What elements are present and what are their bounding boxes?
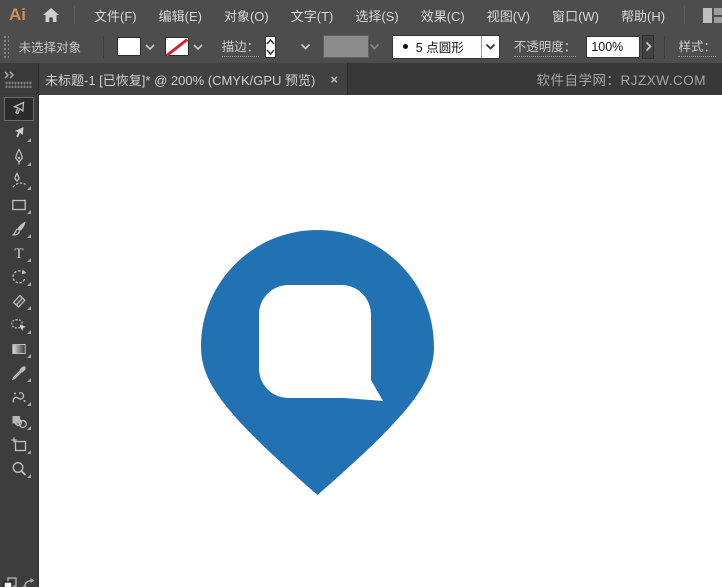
selection-tool[interactable] — [4, 97, 34, 121]
menubar-divider — [74, 6, 75, 24]
stepper-down-icon — [266, 49, 275, 55]
curvature-tool[interactable] — [4, 169, 34, 193]
shaper-tool-icon — [10, 316, 28, 334]
selection-status: 未选择对象 — [18, 41, 82, 55]
document-tab[interactable]: 未标题-1 [已恢复]* @ 200% (CMYK/GPU 预览) × — [39, 63, 348, 95]
zoom-tool[interactable] — [4, 457, 34, 481]
swap-fill-stroke-icon[interactable] — [22, 577, 35, 587]
opacity-expand-button[interactable] — [642, 34, 654, 59]
stepper-up-icon — [266, 38, 275, 44]
workspace-switcher-icon — [703, 7, 722, 23]
zoom-tool-icon — [10, 460, 28, 478]
paintbrush-tool[interactable] — [4, 217, 34, 241]
stroke-weight-dropdown-chevron[interactable] — [300, 36, 311, 58]
logo-artwork[interactable] — [201, 230, 434, 495]
watermark-text: 软件自学网：RJZXW.COM — [536, 73, 706, 88]
fill-color-swatch — [116, 37, 141, 56]
controlbar-divider — [103, 35, 104, 58]
fill-color-control[interactable] — [116, 37, 155, 56]
toolbar-header — [0, 63, 39, 95]
rectangle-tool[interactable] — [4, 193, 34, 217]
svg-text:T: T — [14, 246, 23, 262]
width-profile-select — [322, 35, 369, 58]
brush-definition-value: 5 点圆形 — [415, 41, 464, 55]
stroke-weight-value[interactable] — [278, 36, 299, 58]
pin-speech-bubble-shape — [201, 230, 434, 495]
menu-bar: Ai 文件(F) 编辑(E) 对象(O) 文字(T) 选择(S) 效果(C) 视图(V) 窗口… — [0, 0, 722, 30]
menu-window[interactable]: 窗口(W) — [541, 0, 610, 30]
shaper-tool[interactable] — [4, 313, 34, 337]
document-tab-bar: 未标题-1 [已恢复]* @ 200% (CMYK/GPU 预览) × 软件自学… — [0, 63, 722, 95]
controlbar-grip[interactable] — [3, 34, 9, 59]
chevron-down-icon — [480, 35, 499, 58]
opacity-input[interactable] — [586, 35, 641, 58]
eyedropper-tool[interactable] — [4, 361, 34, 385]
control-bar: 未选择对象 描边： 5 点圆形 不透明度： 100% 样式： — [0, 30, 722, 64]
home-icon[interactable] — [36, 0, 66, 30]
pen-tool-icon — [10, 148, 28, 166]
type-tool[interactable]: T — [4, 241, 34, 265]
rectangle-tool-icon — [10, 196, 28, 214]
menubar-divider — [684, 6, 686, 24]
artboard-tool-icon — [10, 436, 28, 454]
pen-tool[interactable] — [4, 145, 34, 169]
illustrator-window: Ai 文件(F) 编辑(E) 对象(O) 文字(T) 选择(S) 效果(C) 视图(V) 窗口… — [0, 0, 722, 587]
controlbar-divider — [663, 35, 665, 58]
rotate-tool-icon — [10, 268, 28, 286]
tab-close-icon[interactable]: × — [327, 72, 341, 87]
gradient-tool[interactable] — [4, 337, 34, 361]
toolbar-bottom-controls — [0, 575, 38, 587]
document-tab-title: 未标题-1 [已恢复]* @ 200% (CMYK/GPU 预览) — [45, 72, 316, 88]
menu-edit[interactable]: 编辑(E) — [148, 0, 213, 30]
menu-help[interactable]: 帮助(H) — [610, 0, 676, 30]
brush-definition-select[interactable]: 5 点圆形 — [391, 34, 500, 59]
workspace: T — [0, 95, 722, 587]
selection-tool-icon — [10, 100, 28, 118]
width-profile-chevron — [369, 36, 380, 57]
shape-builder-tool[interactable] — [4, 409, 34, 433]
menu-select[interactable]: 选择(S) — [344, 0, 409, 30]
eraser-tool[interactable] — [4, 289, 34, 313]
main-menu: 文件(F) 编辑(E) 对象(O) 文字(T) 选择(S) 效果(C) 视图(V) 窗口(W)… — [83, 0, 676, 30]
artboard-tool[interactable] — [4, 433, 34, 457]
default-swatches-icon[interactable] — [3, 577, 17, 587]
direct-selection-tool[interactable] — [4, 121, 34, 145]
gradient-tool-icon — [10, 340, 28, 358]
shape-builder-tool-icon — [10, 412, 28, 430]
brush-preview-dot — [402, 44, 408, 49]
menu-view[interactable]: 视图(V) — [476, 0, 541, 30]
canvas[interactable] — [39, 95, 722, 587]
rotate-tool[interactable] — [4, 265, 34, 289]
chevron-down-icon — [193, 43, 203, 50]
stroke-weight-stepper[interactable] — [265, 35, 277, 58]
menu-type[interactable]: 文字(T) — [280, 0, 345, 30]
tools-list: T — [0, 95, 38, 481]
symbol-sprayer-tool-icon — [10, 388, 28, 406]
menu-object[interactable]: 对象(O) — [213, 0, 280, 30]
stroke-label[interactable]: 描边： — [221, 36, 260, 57]
stroke-none-swatch — [164, 37, 189, 56]
curvature-tool-icon — [10, 172, 28, 190]
illustrator-logo: Ai — [9, 5, 26, 24]
eyedropper-tool-icon — [10, 364, 28, 382]
tool-panel: T — [0, 95, 39, 587]
menu-file[interactable]: 文件(F) — [83, 0, 148, 30]
opacity-label[interactable]: 不透明度： — [513, 36, 577, 57]
menu-effect[interactable]: 效果(C) — [410, 0, 476, 30]
workspace-switcher[interactable] — [693, 0, 722, 30]
symbol-sprayer-tool[interactable] — [4, 385, 34, 409]
toolbar-grip[interactable] — [5, 81, 32, 88]
direct-selection-tool-icon — [10, 124, 28, 142]
chevron-down-icon — [145, 43, 155, 50]
stroke-color-control[interactable] — [164, 37, 203, 56]
style-label[interactable]: 样式： — [678, 36, 716, 57]
eraser-tool-icon — [10, 292, 28, 310]
type-tool-icon: T — [10, 244, 28, 262]
paintbrush-tool-icon — [10, 220, 28, 238]
